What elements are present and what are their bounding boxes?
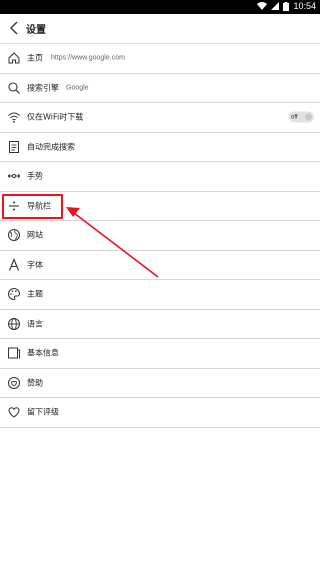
annotation-arrow <box>66 207 159 278</box>
